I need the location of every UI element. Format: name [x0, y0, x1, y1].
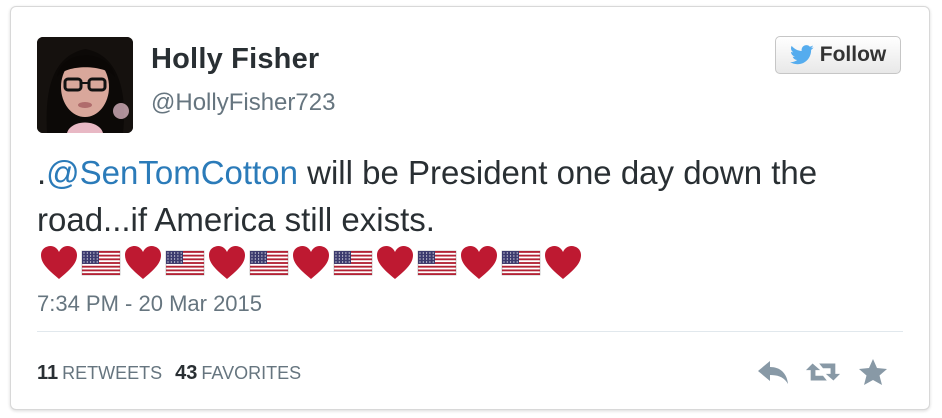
favorites-stat[interactable]: 43 Favorites	[175, 362, 301, 385]
author-handle[interactable]: @HollyFisher723	[151, 89, 335, 117]
heart-emoji-icon	[545, 246, 581, 279]
author-name[interactable]: Holly Fisher	[151, 43, 319, 76]
tweet-stats: 11 Retweets 43 Favorites	[37, 362, 301, 385]
avatar[interactable]	[37, 37, 133, 133]
heart-emoji-icon	[125, 246, 161, 279]
heart-emoji-icon	[293, 246, 329, 279]
favorite-icon[interactable]	[855, 357, 891, 387]
tweet-text: .@SenTomCotton will be President one day…	[37, 149, 897, 243]
follow-button[interactable]: Follow	[775, 36, 901, 74]
tweet-timestamp[interactable]: 7:34 PM - 20 Mar 2015	[37, 291, 262, 317]
favorites-label: Favorites	[201, 363, 302, 383]
tweet-actions	[755, 357, 891, 387]
us-flag-emoji-icon	[501, 250, 541, 276]
heart-emoji-icon	[377, 246, 413, 279]
mention-link[interactable]: @SenTomCotton	[46, 154, 298, 191]
divider	[37, 331, 903, 332]
us-flag-emoji-icon	[417, 250, 457, 276]
heart-emoji-icon	[461, 246, 497, 279]
tweet-card: Holly Fisher @HollyFisher723 Follow .@Se…	[10, 6, 930, 410]
retweets-stat[interactable]: 11 Retweets	[37, 362, 162, 385]
twitter-bird-icon	[789, 45, 814, 65]
follow-label: Follow	[819, 43, 887, 66]
retweet-icon[interactable]	[805, 357, 841, 387]
emoji-row	[39, 245, 583, 281]
heart-emoji-icon	[209, 246, 245, 279]
us-flag-emoji-icon	[165, 250, 205, 276]
us-flag-emoji-icon	[81, 250, 121, 276]
us-flag-emoji-icon	[333, 250, 373, 276]
tweet-text-prefix: .	[37, 154, 47, 191]
heart-emoji-icon	[41, 246, 77, 279]
favorites-count: 43	[175, 362, 198, 384]
reply-icon[interactable]	[755, 357, 791, 387]
avatar-photo	[37, 37, 133, 133]
us-flag-emoji-icon	[249, 250, 289, 276]
retweets-count: 11	[37, 362, 59, 384]
retweets-label: Retweets	[62, 363, 163, 383]
